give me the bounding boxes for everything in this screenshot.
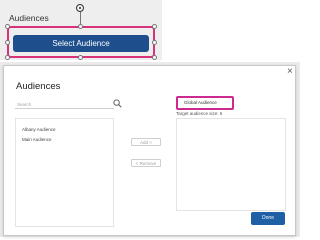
resize-handle-left[interactable]: [5, 40, 10, 45]
available-audiences-list[interactable]: Albany Audience Main Audience: [15, 118, 114, 227]
widget-title: Audiences: [9, 13, 49, 23]
done-button[interactable]: Done: [251, 212, 285, 225]
search-input[interactable]: [15, 100, 114, 109]
add-button[interactable]: Add >: [131, 138, 161, 146]
select-audience-button[interactable]: Select Audience: [13, 35, 149, 52]
modal-title: Audiences: [16, 81, 61, 92]
resize-handle-top[interactable]: [78, 24, 83, 29]
audiences-widget: Audiences Select Audience: [0, 0, 162, 60]
resize-handle-top-left[interactable]: [5, 24, 10, 29]
resize-handle-right[interactable]: [152, 40, 157, 45]
remove-button[interactable]: < Remove: [131, 159, 161, 167]
resize-handle-top-right[interactable]: [152, 24, 157, 29]
resize-handle-bottom[interactable]: [78, 55, 83, 60]
close-icon[interactable]: ×: [287, 67, 293, 77]
target-audience-size: Target audience size: 5: [176, 111, 223, 116]
audiences-modal: Audiences × Albany Audience Main Audienc…: [3, 65, 296, 236]
rotate-handle-icon[interactable]: [76, 4, 84, 12]
selected-audience[interactable]: Global Audience: [184, 100, 217, 105]
resize-handle-bottom-right[interactable]: [152, 55, 157, 60]
list-item[interactable]: Albany Audience: [22, 127, 56, 132]
search-icon[interactable]: [113, 99, 122, 108]
selected-audiences-list[interactable]: [176, 118, 286, 211]
resize-handle-bottom-left[interactable]: [5, 55, 10, 60]
list-item[interactable]: Main Audience: [22, 137, 52, 142]
